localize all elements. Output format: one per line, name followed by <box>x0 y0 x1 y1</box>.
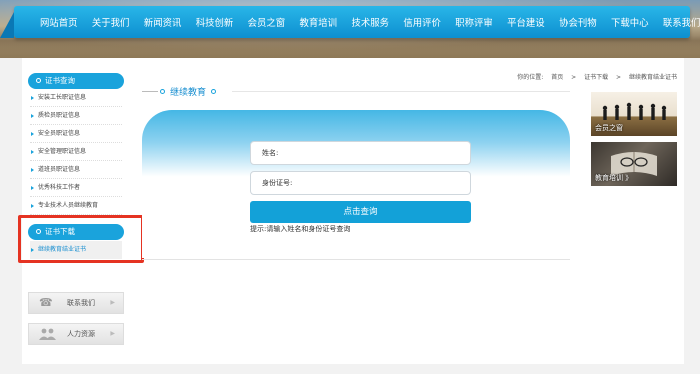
breadcrumb-separator: > <box>616 74 622 81</box>
breadcrumb-prefix: 你的位置: <box>517 74 544 81</box>
id-number-field-label: 身份证号: <box>262 179 293 187</box>
circle-icon <box>211 89 217 94</box>
breadcrumb-current: 继续教育结业证书 <box>628 74 677 81</box>
hr-button[interactable]: 人力资源 ▶ <box>28 323 124 345</box>
contact-us-label: 联系我们 <box>67 299 95 307</box>
title-rule <box>232 91 570 92</box>
main-nav: 网站首页 关于我们 新闻资讯 科技创新 会员之窗 教育培训 技术服务 信用评价 … <box>14 6 700 38</box>
query-button[interactable]: 点击查询 <box>250 201 471 223</box>
nav-credit[interactable]: 信用评价 <box>403 15 441 29</box>
nav-contact[interactable]: 联系我们 <box>663 15 700 29</box>
form-divider <box>142 259 570 260</box>
section-title: 继续教育 <box>142 85 218 98</box>
members-window-caption: 会员之窗 <box>595 124 623 132</box>
phone-icon: ☎ <box>39 296 53 309</box>
sidebar-item-outstanding-worker[interactable]: 优秀科技工作者 <box>30 179 122 197</box>
circle-icon <box>160 89 165 94</box>
members-window-tile[interactable]: 会员之窗 <box>591 92 677 136</box>
nav-members[interactable]: 会员之窗 <box>248 15 286 29</box>
breadcrumb-home[interactable]: 首页 <box>551 74 563 81</box>
celebrating-people-image <box>602 102 667 120</box>
hr-label: 人力资源 <box>67 330 95 338</box>
contact-us-button[interactable]: ☎ 联系我们 ▶ <box>28 292 124 314</box>
nav-tech-service[interactable]: 技术服务 <box>351 15 389 29</box>
nav-news[interactable]: 新闻资讯 <box>144 15 182 29</box>
id-number-field[interactable]: 身份证号: <box>250 171 471 195</box>
name-field[interactable]: 姓名: <box>250 141 471 165</box>
sidebar-item-safety-management[interactable]: 安全管理职证信息 <box>30 143 122 161</box>
form-hint: 提示:请输入姓名和身份证号查询 <box>250 225 351 233</box>
nav-list: 网站首页 关于我们 新闻资讯 科技创新 会员之窗 教育培训 技术服务 信用评价 … <box>40 6 700 38</box>
banner-landscape <box>0 36 700 58</box>
training-caption: 教育培训 》 <box>595 174 633 182</box>
cert-query-list: 安装工长职证信息 质检员职证信息 安全员职证信息 安全管理职证信息 道班员职证信… <box>30 89 122 215</box>
nav-home[interactable]: 网站首页 <box>40 15 78 29</box>
nav-innovation[interactable]: 科技创新 <box>196 15 234 29</box>
cert-query-title: 证书查询 <box>45 76 75 85</box>
sidebar-item-safety-officer[interactable]: 安全员职证信息 <box>30 125 122 143</box>
chevron-right-icon: ▶ <box>110 330 115 337</box>
training-tile[interactable]: 教育培训 》 <box>591 142 677 186</box>
nav-platform[interactable]: 平台建设 <box>507 15 545 29</box>
sidebar-item-installer[interactable]: 安装工长职证信息 <box>30 89 122 107</box>
nav-title-review[interactable]: 职称评审 <box>455 15 493 29</box>
nav-training[interactable]: 教育培训 <box>300 15 338 29</box>
name-field-label: 姓名: <box>262 149 279 157</box>
page-title: 继续教育 <box>170 88 207 98</box>
nav-journal[interactable]: 协会刊物 <box>559 15 597 29</box>
breadcrumb-download[interactable]: 证书下载 <box>584 74 608 81</box>
people-icon <box>39 328 57 340</box>
header-banner: 网站首页 关于我们 新闻资讯 科技创新 会员之窗 教育培训 技术服务 信用评价 … <box>0 0 700 58</box>
cert-query-header: 证书查询 <box>28 73 124 89</box>
breadcrumb-separator: > <box>571 74 577 81</box>
sidebar-item-continuing-education[interactable]: 专业技术人员继续教育 <box>30 197 122 215</box>
nav-about[interactable]: 关于我们 <box>92 15 130 29</box>
sidebar-item-road-crew[interactable]: 道班员职证信息 <box>30 161 122 179</box>
nav-download[interactable]: 下载中心 <box>611 15 649 29</box>
title-divider <box>142 91 158 92</box>
circle-icon <box>36 77 41 83</box>
chevron-right-icon: ▶ <box>110 299 115 306</box>
sidebar-item-inspector[interactable]: 质检员职证信息 <box>30 107 122 125</box>
breadcrumb: 你的位置: 首页 > 证书下载 > 继续教育结业证书 <box>514 72 680 81</box>
highlight-box <box>18 215 144 263</box>
